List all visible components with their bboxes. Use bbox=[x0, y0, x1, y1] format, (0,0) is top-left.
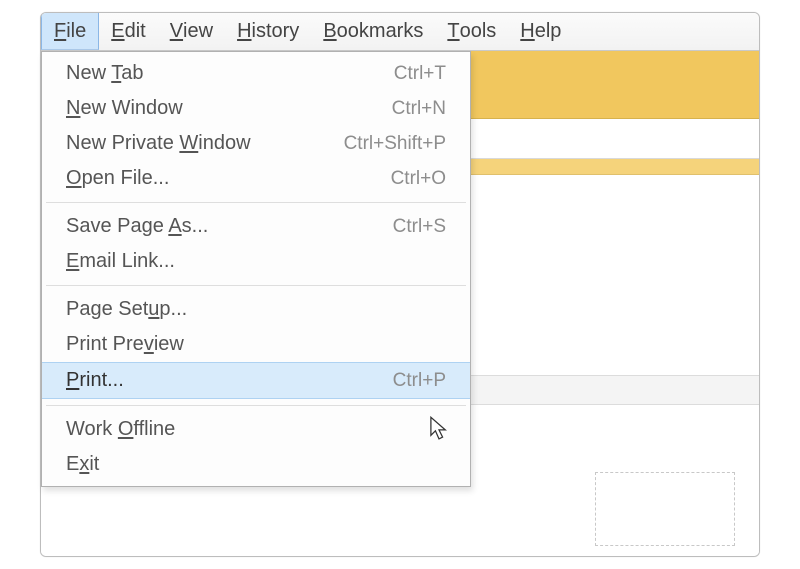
file-menu-dropdown: New Tab Ctrl+T New Window Ctrl+N New Private… bbox=[41, 51, 471, 487]
menu-item-label: New Tab bbox=[66, 62, 143, 85]
menu-item-open-file[interactable]: Open File... Ctrl+O bbox=[42, 161, 470, 196]
menu-item-label: Print... bbox=[66, 369, 124, 392]
menu-item-exit[interactable]: Exit bbox=[42, 447, 470, 482]
menu-item-shortcut: Ctrl+Shift+P bbox=[344, 133, 446, 155]
menu-separator bbox=[46, 202, 466, 203]
menu-item-shortcut: Ctrl+O bbox=[391, 168, 446, 190]
menu-item-page-setup[interactable]: Page Setup... bbox=[42, 292, 470, 327]
menu-separator bbox=[46, 285, 466, 286]
menu-item-save-page-as[interactable]: Save Page As... Ctrl+S bbox=[42, 209, 470, 244]
menu-item-print-preview[interactable]: Print Preview bbox=[42, 327, 470, 362]
menu-separator bbox=[46, 405, 466, 406]
menu-bar-item-tools[interactable]: Tools bbox=[435, 13, 508, 50]
menu-bar-item-bookmarks[interactable]: Bookmarks bbox=[311, 13, 435, 50]
menu-item-label: Email Link... bbox=[66, 250, 175, 273]
menu-item-shortcut: Ctrl+P bbox=[393, 370, 446, 392]
menu-item-label: Page Setup... bbox=[66, 298, 187, 321]
menu-item-label: New Window bbox=[66, 97, 183, 120]
menu-item-work-offline[interactable]: Work Offline bbox=[42, 412, 470, 447]
menu-bar-item-edit[interactable]: Edit bbox=[99, 13, 157, 50]
menu-item-label: New Private Window bbox=[66, 132, 251, 155]
menu-bar: FileEditViewHistoryBookmarksToolsHelp bbox=[41, 13, 759, 51]
menu-item-label: Open File... bbox=[66, 167, 169, 190]
menu-item-new-tab[interactable]: New Tab Ctrl+T bbox=[42, 56, 470, 91]
menu-item-print[interactable]: Print... Ctrl+P bbox=[42, 362, 470, 399]
menu-bar-item-history[interactable]: History bbox=[225, 13, 311, 50]
menu-bar-item-file[interactable]: File bbox=[41, 13, 99, 50]
menu-item-new-private-window[interactable]: New Private Window Ctrl+Shift+P bbox=[42, 126, 470, 161]
menu-item-label: Work Offline bbox=[66, 418, 175, 441]
menu-item-shortcut: Ctrl+N bbox=[392, 98, 446, 120]
dashed-placeholder bbox=[595, 472, 735, 546]
menu-bar-item-view[interactable]: View bbox=[158, 13, 225, 50]
menu-item-shortcut: Ctrl+T bbox=[394, 63, 446, 85]
menu-bar-item-help[interactable]: Help bbox=[508, 13, 573, 50]
menu-item-label: Save Page As... bbox=[66, 215, 208, 238]
menu-item-new-window[interactable]: New Window Ctrl+N bbox=[42, 91, 470, 126]
menu-item-label: Exit bbox=[66, 453, 99, 476]
menu-item-email-link[interactable]: Email Link... bbox=[42, 244, 470, 279]
menu-item-shortcut: Ctrl+S bbox=[393, 216, 446, 238]
menu-item-label: Print Preview bbox=[66, 333, 184, 356]
